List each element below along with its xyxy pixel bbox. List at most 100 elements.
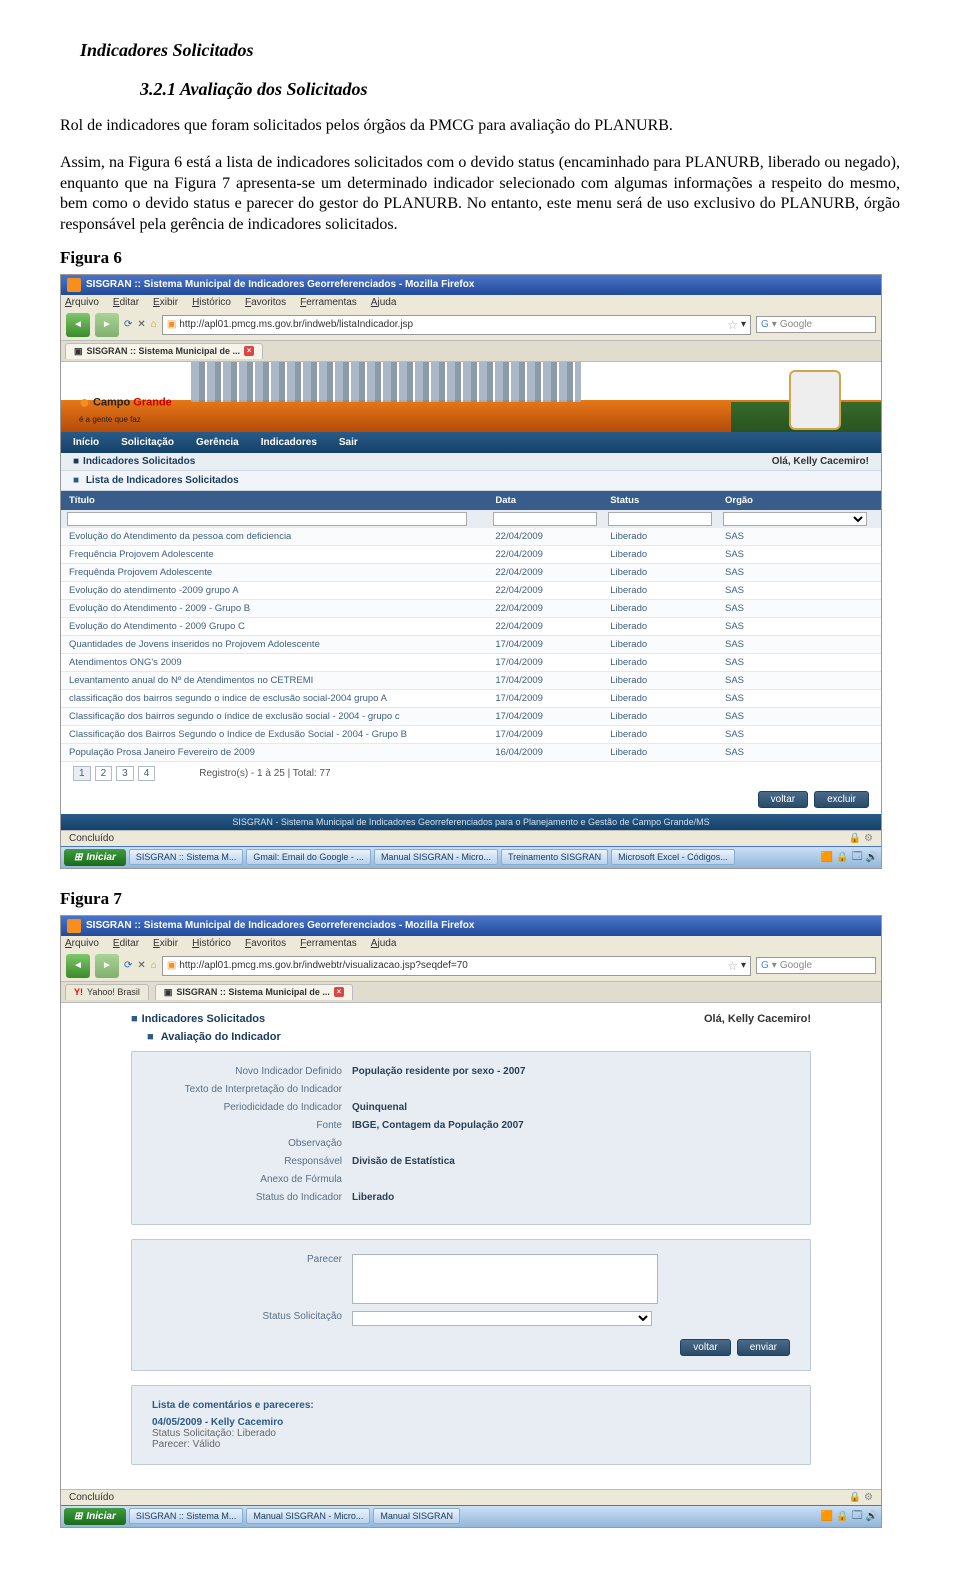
table-row[interactable]: Evolução do Atendimento da pessoa com de… [61,528,881,546]
menu-exibir[interactable]: Exibir [153,938,178,949]
nav-inicio[interactable]: Início [73,437,99,448]
table-row[interactable]: Evolução do Atendimento - 2009 - Grupo B… [61,599,881,617]
th-orgao[interactable]: Orgão [717,491,881,510]
start-button[interactable]: ⊞ Iniciar [64,849,126,866]
system-tray[interactable]: 🟧 🔒 🗔 🔊 [821,1508,878,1525]
nav-solicitacao[interactable]: Solicitação [121,437,174,448]
home-button[interactable]: ⌂ [151,960,157,971]
menu-favoritos[interactable]: Favoritos [245,938,286,949]
tray-icon[interactable]: 🟧 [821,852,833,863]
task-item[interactable]: Gmail: Email do Google - ... [246,849,371,865]
parecer-label: Parecer [152,1254,352,1304]
stop-button[interactable]: ✕ [137,960,145,971]
nav-gerencia[interactable]: Gerência [196,437,239,448]
tray-icon[interactable]: 🗔 [852,849,863,866]
menu-ferramentas[interactable]: Ferramentas [300,297,357,308]
menu-editar[interactable]: Editar [113,938,139,949]
task-item[interactable]: SISGRAN :: Sistema M... [129,1508,244,1524]
tab-sisgran[interactable]: ▣ SISGRAN :: Sistema Municipal de ... × [65,343,263,359]
tray-icon[interactable]: 🔒 [836,1511,848,1522]
tab-yahoo[interactable]: Y! Yahoo! Brasil [65,984,149,1000]
reload-button[interactable]: ⟳ [124,960,132,971]
menu-exibir[interactable]: Exibir [153,297,178,308]
tray-icon[interactable]: 🔊 [866,1511,878,1522]
menubar[interactable]: Arquivo Editar Exibir Histórico Favorito… [61,936,881,951]
task-item[interactable]: Treinamento SISGRAN [501,849,608,865]
start-button[interactable]: ⊞ Iniciar [64,1508,126,1525]
status-solicitacao-select[interactable] [352,1311,652,1326]
menu-arquivo[interactable]: Arquivo [65,938,99,949]
filter-orgao[interactable] [723,512,867,526]
subsection-title: Lista de Indicadores Solicitados [86,475,239,486]
menu-editar[interactable]: Editar [113,297,139,308]
voltar-button[interactable]: voltar [680,1339,730,1356]
table-row[interactable]: Atendimentos ONG's 200917/04/2009Liberad… [61,653,881,671]
menu-historico[interactable]: Histórico [192,297,231,308]
page-1[interactable]: 1 [73,766,91,781]
table-row[interactable]: Quantidades de Jovens inseridos no Projo… [61,635,881,653]
table-row[interactable]: Frequência Projovem Adolescente22/04/200… [61,545,881,563]
table-row[interactable]: Evolução do Atendimento - 2009 Grupo C22… [61,617,881,635]
bookmark-star-icon[interactable]: ☆ [727,959,738,973]
filter-data[interactable] [493,512,597,526]
task-item[interactable]: Manual SISGRAN - Micro... [246,1508,370,1524]
tray-icon[interactable]: 🟧 [821,1511,833,1522]
menubar[interactable]: Arquivo Editar Exibir Histórico Favorito… [61,295,881,310]
tray-icon[interactable]: 🔊 [866,852,878,863]
task-item[interactable]: SISGRAN :: Sistema M... [129,849,244,865]
th-status[interactable]: Status [602,491,717,510]
tray-icon[interactable]: 🔒 [836,852,848,863]
bookmark-star-icon[interactable]: ☆ [727,318,738,332]
system-tray[interactable]: 🟧 🔒 🗔 🔊 [821,849,878,866]
enviar-button[interactable]: enviar [737,1339,790,1356]
table-cell: Liberado [602,653,717,671]
tray-icon[interactable]: 🗔 [852,1508,863,1525]
forward-button[interactable]: ► [95,313,119,337]
tab-close-icon[interactable]: × [244,346,254,356]
menu-ajuda[interactable]: Ajuda [371,938,397,949]
menu-ferramentas[interactable]: Ferramentas [300,938,357,949]
search-field[interactable]: G▾ Google [756,316,876,333]
menu-historico[interactable]: Histórico [192,938,231,949]
table-row[interactable]: Classificação dos bairros segundo o índi… [61,707,881,725]
page-2[interactable]: 2 [95,766,113,781]
menu-arquivo[interactable]: Arquivo [65,297,99,308]
menu-favoritos[interactable]: Favoritos [245,297,286,308]
dropdown-icon[interactable]: ▾ [741,319,746,330]
stop-button[interactable]: ✕ [137,319,145,330]
window-titlebar[interactable]: SISGRAN :: Sistema Municipal de Indicado… [61,275,881,295]
filter-titulo[interactable] [67,512,467,526]
tab-sisgran[interactable]: ▣ SISGRAN :: Sistema Municipal de ... × [155,984,353,1000]
table-row[interactable]: Evolução do atendimento -2009 grupo A22/… [61,581,881,599]
menu-ajuda[interactable]: Ajuda [371,297,397,308]
search-field[interactable]: G▾ Google [756,957,876,974]
task-item[interactable]: Manual SISGRAN - Micro... [374,849,498,865]
task-item[interactable]: Microsoft Excel - Códigos... [611,849,735,865]
url-field[interactable]: ▣ http://apl01.pmcg.ms.gov.br/indwebtr/v… [162,956,751,976]
page-3[interactable]: 3 [116,766,134,781]
back-button[interactable]: ◄ [66,313,90,337]
parecer-textarea[interactable] [352,1254,658,1304]
reload-button[interactable]: ⟳ [124,319,132,330]
table-row[interactable]: Classificação dos Bairros Segundo o Indi… [61,725,881,743]
page-4[interactable]: 4 [138,766,156,781]
table-row[interactable]: Frequênda Projovem Adolescente22/04/2009… [61,563,881,581]
table-row[interactable]: Levantamento anual do Nº de Atendimentos… [61,671,881,689]
dropdown-icon[interactable]: ▾ [741,960,746,971]
filter-status[interactable] [608,512,712,526]
table-row[interactable]: População Prosa Janeiro Fevereiro de 200… [61,743,881,761]
th-data[interactable]: Data [487,491,602,510]
forward-button[interactable]: ► [95,954,119,978]
window-titlebar[interactable]: SISGRAN :: Sistema Municipal de Indicado… [61,916,881,936]
voltar-button[interactable]: voltar [758,791,808,808]
back-button[interactable]: ◄ [66,954,90,978]
excluir-button[interactable]: excluir [814,791,869,808]
home-button[interactable]: ⌂ [151,319,157,330]
nav-indicadores[interactable]: Indicadores [261,437,317,448]
table-row[interactable]: classificação dos bairros segundo o indi… [61,689,881,707]
url-field[interactable]: ▣ http://apl01.pmcg.ms.gov.br/indweb/lis… [162,315,751,335]
th-titulo[interactable]: Título [61,491,487,510]
nav-sair[interactable]: Sair [339,437,358,448]
task-item[interactable]: Manual SISGRAN [373,1508,460,1524]
tab-close-icon[interactable]: × [334,987,344,997]
